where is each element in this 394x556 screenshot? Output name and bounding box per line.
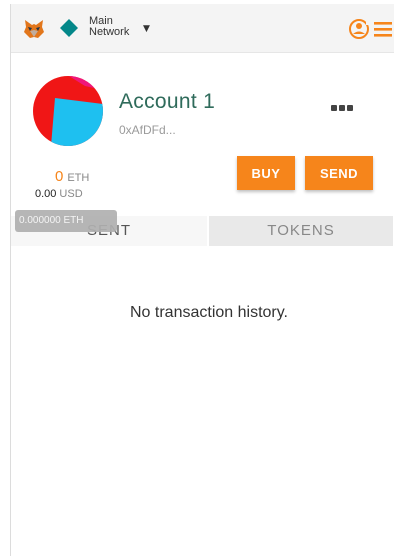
network-name-line2: Network — [89, 26, 130, 38]
app-header: Main Network ▼ — [11, 4, 394, 53]
chevron-down-icon[interactable]: ▼ — [143, 24, 150, 34]
header-actions — [349, 19, 392, 39]
tab-tokens[interactable]: TOKENS — [209, 216, 393, 246]
empty-history-message: No transaction history. — [130, 304, 288, 321]
metamask-fox-icon[interactable] — [23, 18, 45, 40]
usd-balance-value: 0.00 — [35, 188, 57, 200]
network-diamond-icon[interactable] — [59, 18, 79, 38]
send-button[interactable]: SEND — [305, 156, 373, 190]
hamburger-menu-icon[interactable] — [374, 22, 392, 37]
extension-popup: Main Network ▼ Account 1 0xAfDFd... 0 ET… — [10, 4, 394, 556]
more-options-icon[interactable] — [331, 96, 359, 111]
usd-balance-unit: USD — [59, 188, 83, 200]
account-avatar[interactable] — [33, 76, 103, 146]
eth-balance-unit: ETH — [67, 172, 90, 184]
account-address[interactable]: 0xAfDFd... — [119, 123, 176, 137]
buy-button[interactable]: BUY — [237, 156, 295, 190]
usd-balance: 0.00 USD — [35, 184, 83, 202]
account-name[interactable]: Account 1 — [119, 90, 215, 114]
network-selector[interactable]: Main Network — [89, 16, 129, 38]
account-switch-icon[interactable] — [349, 19, 370, 39]
balance-tooltip: 0.000000 ETH — [15, 210, 117, 232]
eth-balance-value: 0 — [55, 168, 64, 185]
